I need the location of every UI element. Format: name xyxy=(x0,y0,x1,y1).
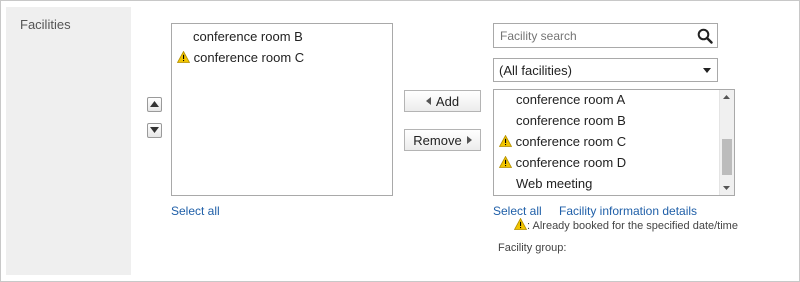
selected-facilities-list[interactable]: conference room B conference room C xyxy=(171,23,393,196)
selected-select-all-link[interactable]: Select all xyxy=(171,204,220,218)
facilities-label: Facilities xyxy=(20,17,71,32)
remove-button[interactable]: Remove xyxy=(404,129,481,151)
available-item[interactable]: conference room D xyxy=(499,155,626,170)
booked-legend-text: : Already booked for the specified date/… xyxy=(527,220,738,232)
warning-triangle-icon xyxy=(499,135,512,147)
warning-triangle-icon xyxy=(514,218,527,230)
scrollbar-thumb[interactable] xyxy=(722,139,732,175)
facility-search-input[interactable] xyxy=(494,24,690,47)
selected-item[interactable]: conference room B xyxy=(193,29,303,44)
selected-item[interactable]: conference room C xyxy=(177,50,304,65)
warning-triangle-icon xyxy=(177,51,190,63)
triangle-down-icon xyxy=(150,127,159,133)
available-item[interactable]: conference room A xyxy=(516,92,625,107)
magnifier-icon[interactable] xyxy=(697,28,713,44)
warning-triangle-icon xyxy=(499,156,512,168)
available-facilities-list[interactable]: conference room A conference room B conf… xyxy=(493,89,735,196)
move-down-button[interactable] xyxy=(147,123,162,138)
scroll-down-arrow-icon[interactable] xyxy=(723,186,730,190)
facility-group-label: Facility group: xyxy=(498,242,567,254)
triangle-right-icon xyxy=(466,136,472,144)
facilities-panel: Facilities conference room B conference … xyxy=(0,0,800,282)
available-item[interactable]: conference room B xyxy=(516,113,626,128)
facilities-label-cell: Facilities xyxy=(6,7,131,275)
scroll-up-arrow-icon[interactable] xyxy=(723,95,730,99)
chevron-down-icon xyxy=(703,68,711,73)
available-select-all-link[interactable]: Select all xyxy=(493,204,542,218)
add-button[interactable]: Add xyxy=(404,90,481,112)
list-scrollbar[interactable] xyxy=(719,90,734,195)
move-up-button[interactable] xyxy=(147,97,162,112)
triangle-left-icon xyxy=(425,97,431,105)
facility-filter-value: (All facilities) xyxy=(499,63,572,78)
facility-search-field[interactable] xyxy=(493,23,718,48)
facility-filter-select[interactable]: (All facilities) xyxy=(493,58,718,82)
facility-details-link[interactable]: Facility information details xyxy=(559,204,697,218)
available-item[interactable]: Web meeting xyxy=(516,176,592,191)
triangle-up-icon xyxy=(150,101,159,107)
booked-legend: : Already booked for the specified date/… xyxy=(514,218,738,232)
available-item[interactable]: conference room C xyxy=(499,134,626,149)
